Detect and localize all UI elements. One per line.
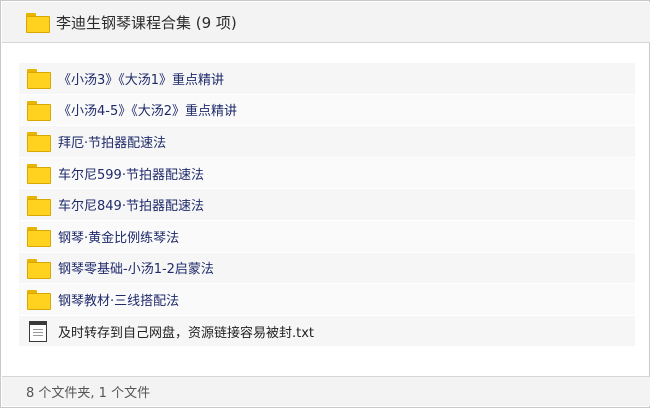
folder-icon [27,164,51,185]
list-item[interactable]: 钢琴零基础-小汤1-2启蒙法 [19,252,635,285]
item-label: 及时转存到自己网盘，资源链接容易被封.txt [58,325,315,341]
listing-header: 李迪生钢琴课程合集 (9 项) [2,2,650,43]
item-label: 车尔尼849·节拍器配速法 [58,199,204,215]
listing-footer: 8 个文件夹, 1 个文件 [2,376,650,406]
folder-icon [27,290,51,311]
list-item[interactable]: 车尔尼849·节拍器配速法 [19,189,635,221]
folder-icon [27,258,51,279]
folder-icon [26,13,50,33]
folder-icon [27,69,51,90]
list-item[interactable]: 拜厄·节拍器配速法 [19,126,635,158]
folder-icon [27,227,51,248]
list-item-file[interactable]: 及时转存到自己网盘，资源链接容易被封.txt [19,315,635,348]
folder-icon [27,195,51,216]
item-label: 拜厄·节拍器配速法 [58,135,167,151]
file-listing-window: 李迪生钢琴课程合集 (9 项) 《小汤3》《大汤1》重点精讲 《小汤4-5》《大… [0,0,650,408]
list-item[interactable]: 车尔尼599·节拍器配速法 [19,157,635,190]
item-count-summary: 8 个文件夹, 1 个文件 [26,386,151,401]
item-label: 钢琴零基础-小汤1-2启蒙法 [58,262,214,278]
collection-title: 李迪生钢琴课程合集 (9 项) [56,13,237,32]
item-label: 车尔尼599·节拍器配速法 [58,167,204,183]
folder-icon [27,132,51,153]
item-label: 《小汤4-5》《大汤2》重点精讲 [58,104,238,120]
item-label: 钢琴·黄金比例练琴法 [58,230,180,246]
list-item[interactable]: 《小汤3》《大汤1》重点精讲 [19,63,635,95]
text-file-icon [29,320,47,342]
folder-icon [27,100,51,121]
file-list: 《小汤3》《大汤1》重点精讲 《小汤4-5》《大汤2》重点精讲 拜厄·节拍器配速… [19,63,635,348]
list-item[interactable]: 《小汤4-5》《大汤2》重点精讲 [19,94,635,127]
list-item[interactable]: 钢琴·黄金比例练琴法 [19,220,635,253]
item-label: 《小汤3》《大汤1》重点精讲 [58,72,225,88]
list-item[interactable]: 钢琴教材·三线搭配法 [19,284,635,316]
item-label: 钢琴教材·三线搭配法 [58,293,180,309]
